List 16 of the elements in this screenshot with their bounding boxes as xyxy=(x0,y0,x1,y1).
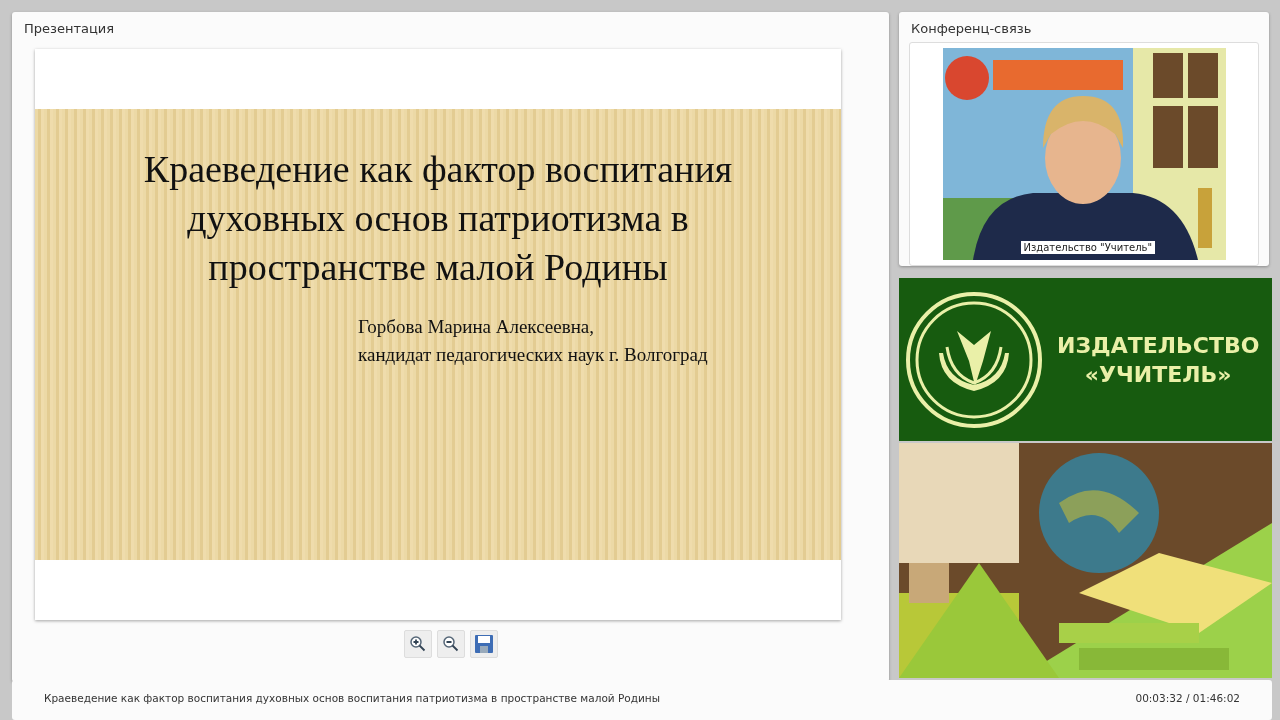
panel-title: Конференц-связь xyxy=(910,20,1033,38)
zoom-out-button[interactable] xyxy=(436,630,465,658)
banner-text: ИЗДАТЕЛЬСТВО «УЧИТЕЛЬ» xyxy=(1057,331,1260,389)
playback-time: 00:03:32 / 01:46:02 xyxy=(1135,692,1240,706)
presentation-title: Краеведение как фактор воспитания духовных основ воспитания патриотизма в пространстве малой Родины xyxy=(44,692,660,706)
panel-title: Презентация xyxy=(23,20,116,38)
slide-author: Горбова Марина Алексеевна, xyxy=(358,316,594,338)
save-button[interactable] xyxy=(469,630,498,658)
zoom-in-button[interactable] xyxy=(403,630,432,658)
video-caption: Издательство "Учитель" xyxy=(1020,241,1156,254)
book-emblem-icon xyxy=(905,290,1043,429)
slide-subtitle: кандидат педагогических наук г. Волгоград xyxy=(358,344,708,366)
slide-heading: Краеведение как фактор воспитания духовных основ патриотизма в пространстве малой Родины xyxy=(142,147,734,290)
zoom-out-icon xyxy=(441,635,460,653)
zoom-in-icon xyxy=(408,635,427,653)
save-icon xyxy=(473,634,494,654)
